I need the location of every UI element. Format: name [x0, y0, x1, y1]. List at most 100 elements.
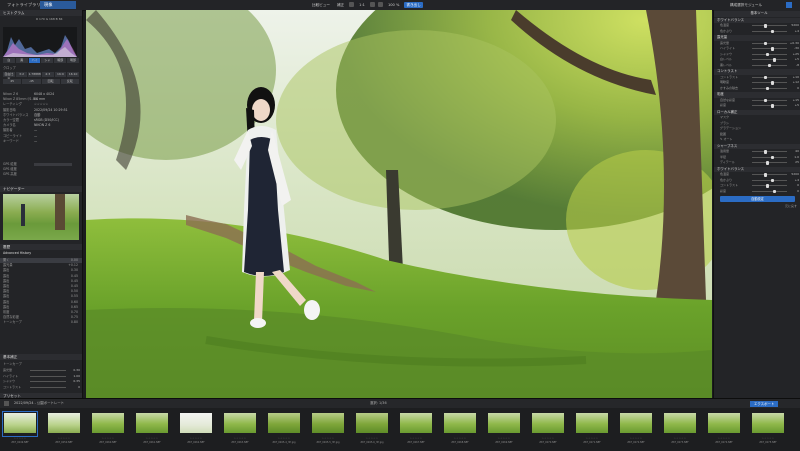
slider-row[interactable]: 黒レベル -8 [714, 63, 800, 69]
history-group[interactable]: Advanced History [0, 251, 31, 256]
reset-link[interactable]: 元に戻す [714, 204, 800, 210]
slider-track[interactable] [752, 59, 787, 61]
slider-track[interactable] [752, 185, 787, 187]
thumbnail-stars[interactable]: ☆☆☆☆☆ [135, 437, 169, 440]
thumbnail-stars[interactable]: ☆☆☆☆☆ [575, 437, 609, 440]
thumbnail-stars[interactable]: ☆☆☆☆☆ [267, 437, 301, 440]
thumbnail-stars[interactable]: ☆☆☆☆☆ [3, 437, 37, 440]
tone-curve-group[interactable]: トーンカーブ [0, 362, 22, 367]
tone-slider-row[interactable]: コントラスト 0 [0, 385, 82, 391]
thumbnail-stars[interactable]: ☆☆☆☆☆ [443, 437, 477, 440]
slider-track[interactable] [752, 25, 787, 27]
slider-track[interactable] [752, 174, 787, 176]
thumbnail[interactable] [663, 412, 697, 436]
zoom-level[interactable]: 100 % [386, 2, 401, 8]
slider-track[interactable] [752, 105, 787, 107]
compare-view-button[interactable]: 比較ビュー [310, 2, 332, 8]
tone-slider-track[interactable] [30, 381, 66, 383]
ratio-16-10[interactable]: 16:10 [67, 72, 79, 78]
zoom-fit-button[interactable]: 1:1 [357, 2, 367, 8]
slider-row[interactable]: 彩度 0 [714, 189, 800, 195]
thumbnail[interactable] [311, 412, 345, 436]
slider-knob[interactable] [768, 63, 771, 67]
thumbnail[interactable] [443, 412, 477, 436]
slider-knob[interactable] [766, 161, 769, 165]
thumbnail[interactable] [399, 412, 433, 436]
tone-slider-track[interactable] [30, 375, 66, 377]
ratio-16-9[interactable]: 16:9 [54, 72, 67, 78]
thumbnail[interactable] [91, 412, 125, 436]
thumbnail-stars[interactable]: ☆☆☆☆☆ [179, 437, 213, 440]
thumbnail-stars[interactable]: ☆☆☆☆☆ [751, 437, 785, 440]
thumbnail[interactable] [751, 412, 785, 436]
slider-track[interactable] [752, 151, 787, 153]
thumbnail-stars[interactable]: ☆☆☆☆☆ [47, 437, 81, 440]
crop-icon[interactable] [369, 2, 375, 7]
histogram-header[interactable]: ヒストグラム [0, 10, 82, 16]
slider-knob[interactable] [773, 189, 776, 193]
export-filmstrip-button[interactable]: エクスポート [750, 400, 779, 407]
thumbnail-stars[interactable]: ☆☆☆☆☆ [355, 437, 389, 440]
thumbnail[interactable] [135, 412, 169, 436]
ratio-free[interactable]: 自由比率 [3, 72, 15, 81]
slider-knob[interactable] [771, 81, 774, 85]
thumbnail[interactable] [487, 412, 521, 436]
slider-track[interactable] [752, 76, 787, 78]
rotate-icon[interactable] [377, 2, 383, 7]
slider-track[interactable] [752, 190, 787, 192]
history-header[interactable]: 履歴 [0, 244, 82, 250]
slider-track[interactable] [752, 87, 787, 89]
slider-track[interactable] [752, 179, 787, 181]
thumbnail[interactable] [267, 412, 301, 436]
correction-button[interactable]: 補正 [335, 2, 346, 8]
export-button[interactable]: 書き出し [404, 2, 423, 8]
tool-white[interactable]: 白 [3, 58, 15, 63]
slider-row[interactable]: ディテール 25 [714, 160, 800, 166]
basic-correction-header[interactable]: 基本補正 [0, 354, 82, 360]
slider-knob[interactable] [766, 52, 769, 56]
thumbnail-stars[interactable]: ☆☆☆☆☆ [531, 437, 565, 440]
module-select[interactable]: 構成選択モジュール [728, 2, 764, 8]
history-item[interactable]: トーンカーブ 0.80 [0, 320, 82, 325]
slider-track[interactable] [752, 48, 787, 50]
tool-dark[interactable]: 暗部 [54, 58, 67, 63]
slider-track[interactable] [752, 99, 787, 101]
slider-knob[interactable] [771, 155, 774, 159]
tool-highlight[interactable]: ハイ [28, 58, 41, 63]
thumbnail[interactable] [707, 412, 741, 436]
slider-knob[interactable] [771, 178, 774, 182]
tab-develop[interactable]: 現像 [40, 1, 76, 9]
basic-tools-header[interactable]: 基本ツール [714, 11, 800, 17]
slider-track[interactable] [752, 53, 787, 55]
thumbnail[interactable] [223, 412, 257, 436]
ratio-4-3[interactable]: 4:3 [41, 72, 54, 78]
ratio-custom[interactable]: 1.78888 [28, 72, 41, 78]
tone-slider-track[interactable] [30, 386, 66, 388]
slider-knob[interactable] [773, 58, 776, 62]
tool-light[interactable]: 明部 [67, 58, 79, 63]
flip-button[interactable]: 反転 [60, 79, 79, 85]
slider-knob[interactable] [766, 86, 769, 90]
slider-knob[interactable] [764, 98, 767, 102]
slider-track[interactable] [752, 42, 787, 44]
tool-shadow[interactable]: シャ [41, 58, 54, 63]
slider-knob[interactable] [766, 184, 769, 188]
thumbnail[interactable] [575, 412, 609, 436]
slider-track[interactable] [752, 162, 787, 164]
navigator-header[interactable]: ナビゲーター [0, 186, 82, 192]
slider-knob[interactable] [771, 47, 774, 51]
slider-track[interactable] [752, 30, 787, 32]
thumbnail[interactable] [619, 412, 653, 436]
navigator-preview[interactable] [3, 194, 79, 240]
thumbnail[interactable] [2, 411, 38, 437]
slider-knob[interactable] [764, 24, 767, 28]
settings-icon[interactable] [786, 2, 792, 8]
slider-knob[interactable] [771, 29, 774, 33]
auto-row[interactable]: ✎ オート [714, 137, 800, 143]
slider-row[interactable]: 色かぶり +4 [714, 29, 800, 35]
thumbnail[interactable] [355, 412, 389, 436]
slider-knob[interactable] [764, 41, 767, 45]
tab-photo-library[interactable]: フォトライブラリ [3, 1, 45, 9]
thumbnail-stars[interactable]: ☆☆☆☆☆ [223, 437, 257, 440]
thumbnail-stars[interactable]: ☆☆☆☆☆ [619, 437, 653, 440]
